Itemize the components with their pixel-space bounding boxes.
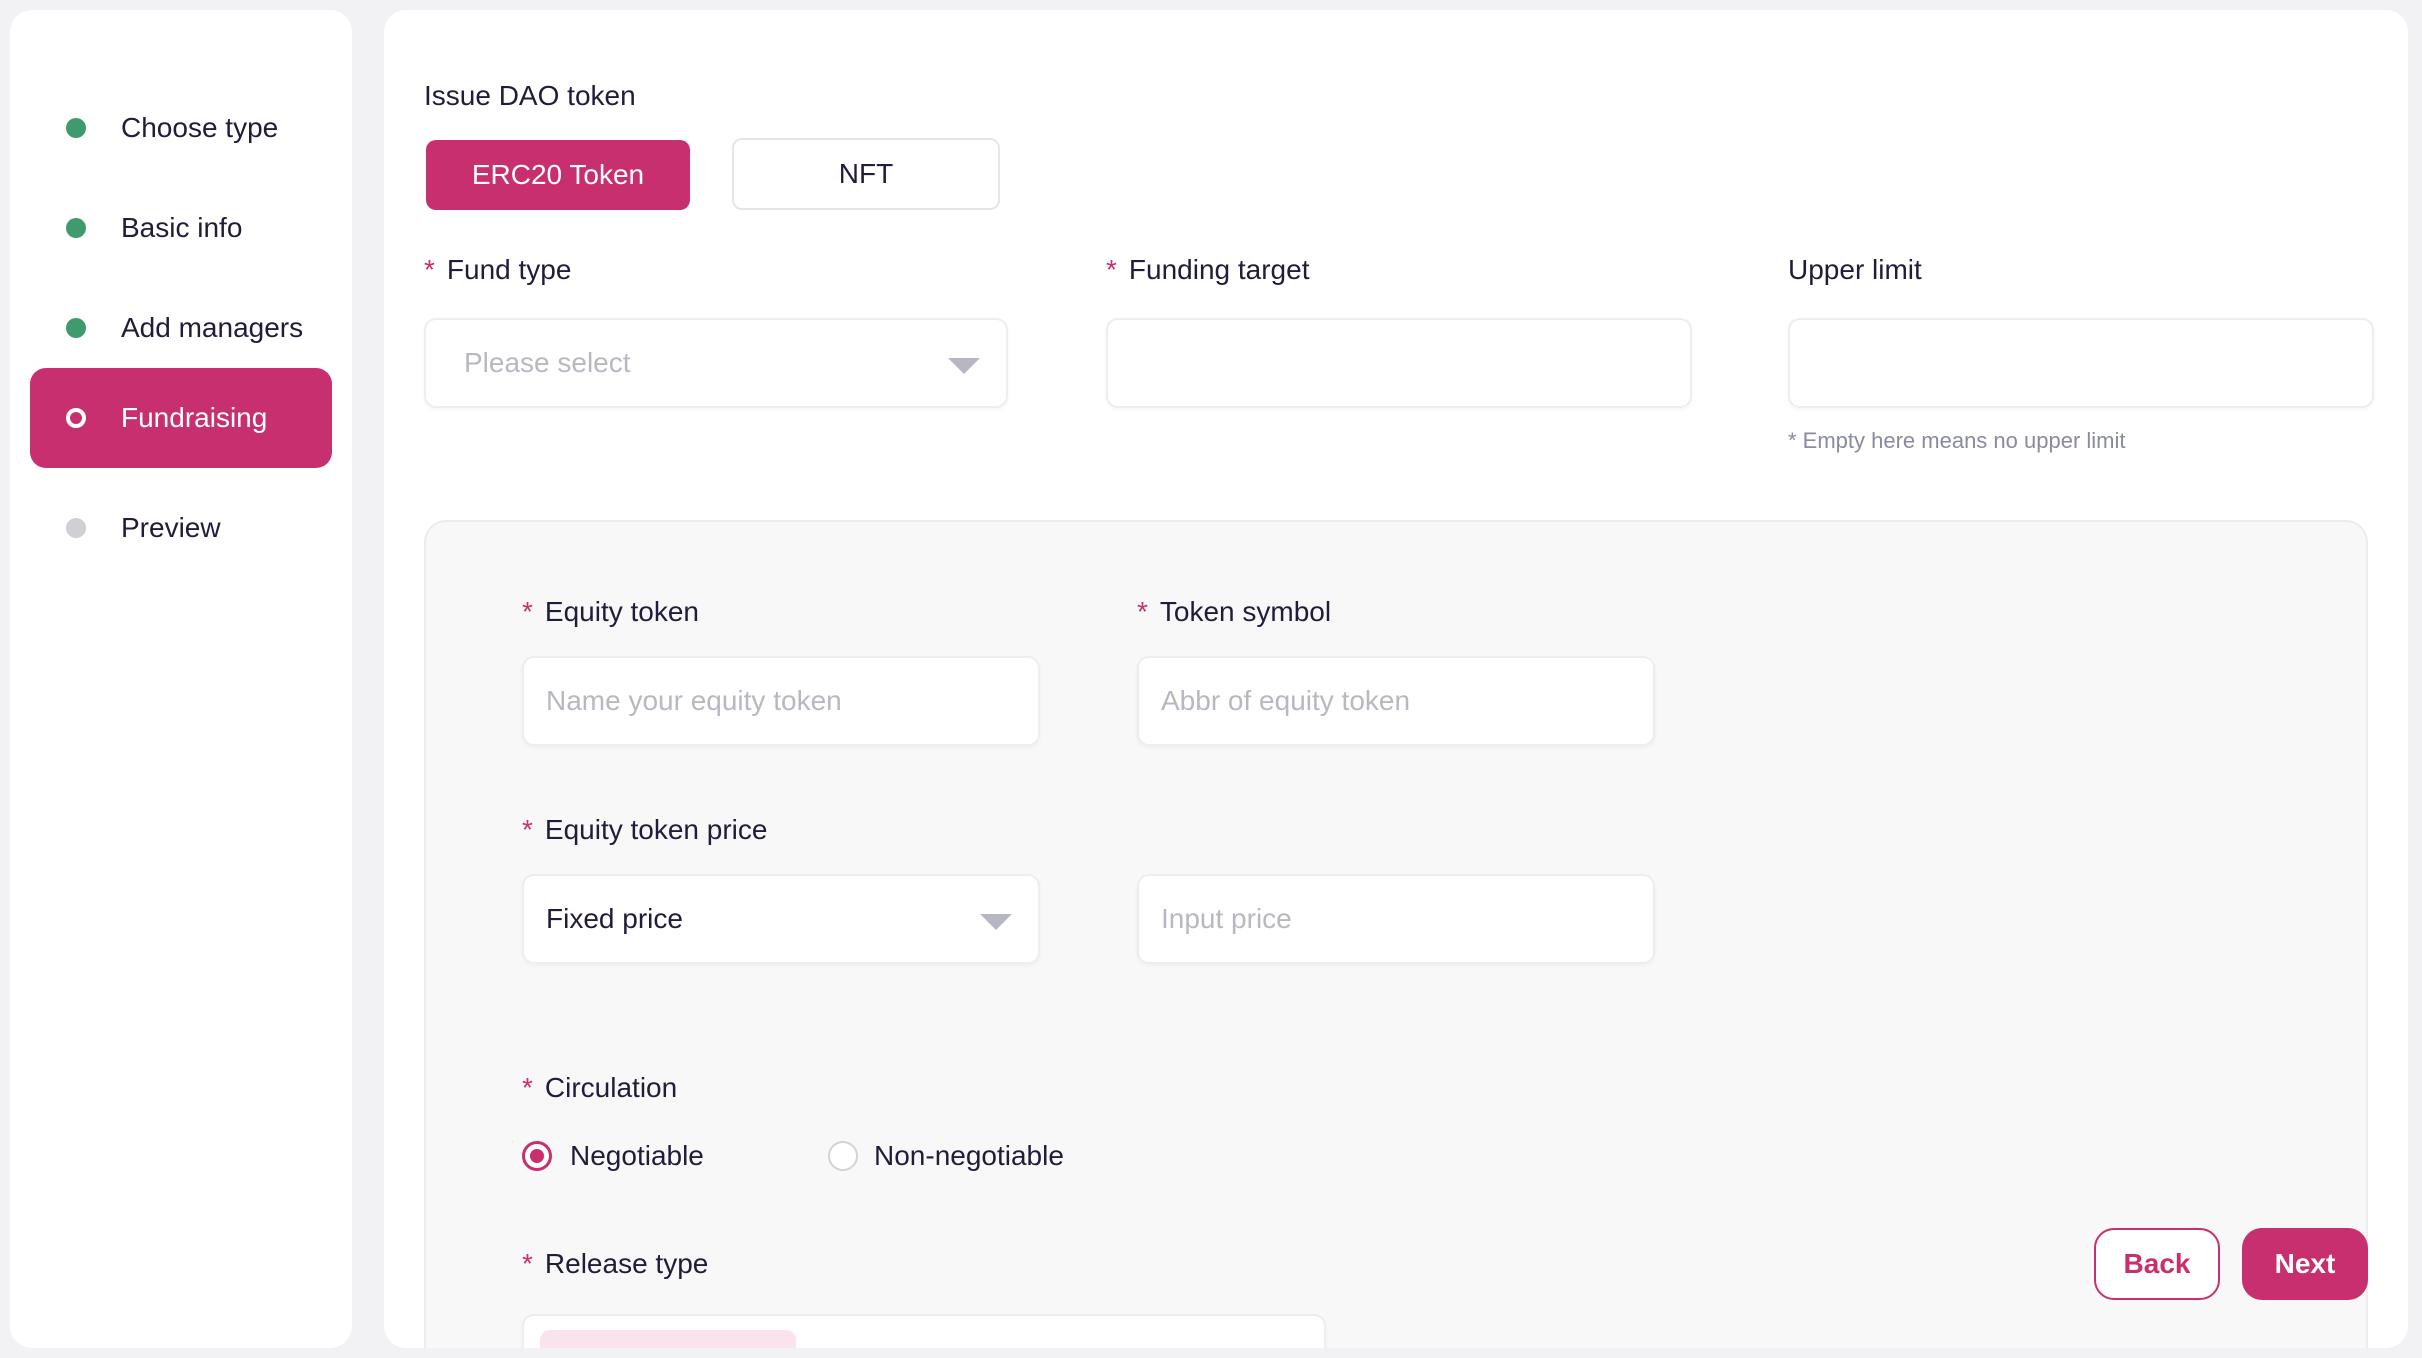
step-done-dot-icon [66, 118, 86, 138]
token-symbol-placeholder: Abbr of equity token [1161, 685, 1411, 716]
release-type-option-chip[interactable] [540, 1330, 796, 1348]
step-label: Basic info [121, 212, 243, 243]
step-done-dot-icon [66, 218, 86, 238]
required-asterisk: * [522, 1248, 533, 1279]
price-mode-select[interactable]: Fixed price [522, 874, 1040, 964]
funding-target-label-text: Funding target [1128, 254, 1310, 285]
required-asterisk: * [1137, 596, 1148, 627]
step-label: Fundraising [121, 402, 268, 433]
radio-non-negotiable[interactable]: Non-negotiable [828, 1136, 1168, 1176]
upper-limit-input[interactable] [1788, 318, 2374, 408]
step-label: Preview [121, 512, 221, 543]
token-symbol-input[interactable]: Abbr of equity token [1137, 656, 1655, 746]
price-placeholder: Input price [1161, 903, 1292, 934]
radio-negotiable-label: Negotiable [570, 1140, 704, 1171]
issue-dao-token-title: Issue DAO token [424, 80, 636, 111]
chevron-down-icon [980, 914, 1012, 930]
equity-token-input[interactable]: Name your equity token [522, 656, 1040, 746]
step-sidebar: Choose type Basic info Add managers Fund… [10, 10, 352, 1348]
equity-token-label: * Equity token [522, 592, 699, 632]
upper-limit-hint: * Empty here means no upper limit [1788, 428, 2126, 453]
chevron-down-icon [948, 358, 980, 374]
step-preview[interactable]: Preview [30, 478, 332, 578]
radio-unchecked-icon [828, 1141, 858, 1171]
required-asterisk: * [522, 1072, 533, 1103]
radio-negotiable[interactable]: Negotiable [522, 1136, 822, 1176]
token-symbol-label: * Token symbol [1137, 592, 1331, 632]
step-done-dot-icon [66, 318, 86, 338]
fund-type-placeholder: Please select [464, 347, 631, 378]
equity-token-placeholder: Name your equity token [546, 685, 842, 716]
circulation-label-text: Circulation [544, 1072, 678, 1103]
fund-type-label: * Fund type [424, 250, 571, 290]
step-pending-dot-icon [66, 518, 86, 538]
price-input[interactable]: Input price [1137, 874, 1655, 964]
step-current-ring-icon [66, 408, 86, 428]
release-type-label: * Release type [522, 1244, 708, 1284]
funding-target-input[interactable] [1106, 318, 1692, 408]
required-asterisk: * [522, 596, 533, 627]
tab-nft[interactable]: NFT [732, 138, 1000, 210]
step-label: Add managers [121, 312, 304, 343]
equity-token-price-label: * Equity token price [522, 810, 767, 850]
step-add-managers[interactable]: Add managers [30, 278, 332, 378]
release-type-label-text: Release type [544, 1248, 709, 1279]
token-symbol-label-text: Token symbol [1159, 596, 1332, 627]
release-type-selector[interactable] [522, 1314, 1326, 1348]
required-asterisk: * [1106, 254, 1117, 285]
next-button[interactable]: Next [2242, 1228, 2368, 1300]
step-basic-info[interactable]: Basic info [30, 178, 332, 278]
circulation-label: * Circulation [522, 1068, 677, 1108]
radio-non-negotiable-label: Non-negotiable [874, 1140, 1064, 1171]
required-asterisk: * [424, 254, 435, 285]
upper-limit-label: Upper limit [1788, 254, 1922, 285]
tab-erc20-token[interactable]: ERC20 Token [426, 140, 690, 210]
step-fundraising[interactable]: Fundraising [30, 368, 332, 468]
step-choose-type[interactable]: Choose type [30, 78, 332, 178]
back-button[interactable]: Back [2094, 1228, 2220, 1300]
fundraising-form: Issue DAO token ERC20 Token NFT * Fund t… [384, 10, 2408, 1348]
equity-token-price-label-text: Equity token price [544, 814, 768, 845]
radio-checked-icon [522, 1141, 552, 1171]
funding-target-label: * Funding target [1106, 250, 1309, 290]
equity-token-label-text: Equity token [544, 596, 700, 627]
fund-type-select[interactable]: Please select [424, 318, 1008, 408]
equity-token-panel: * Equity token * Token symbol Name your … [424, 520, 2368, 1348]
fund-type-label-text: Fund type [446, 254, 572, 285]
required-asterisk: * [522, 814, 533, 845]
step-label: Choose type [121, 112, 279, 143]
price-mode-value: Fixed price [546, 903, 683, 934]
